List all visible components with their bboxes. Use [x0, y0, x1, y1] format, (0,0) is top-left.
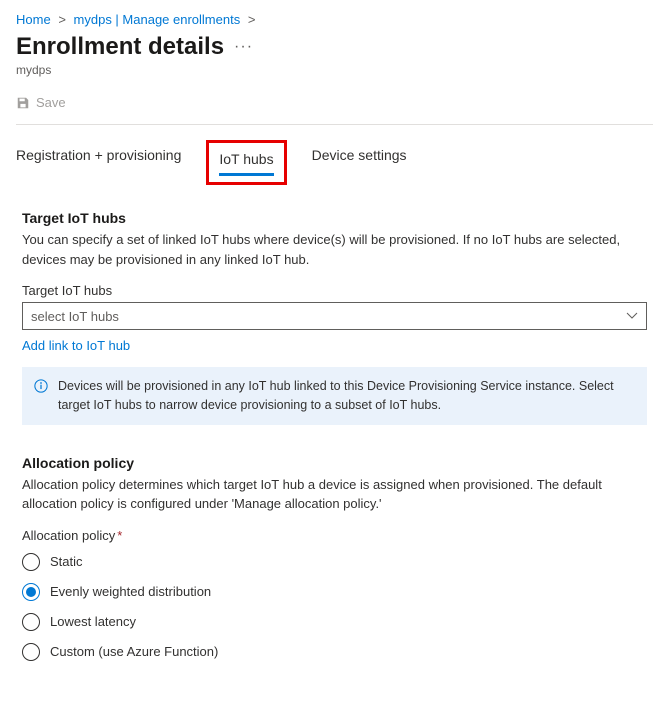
tab-iot-hubs[interactable]: IoT hubs — [219, 147, 273, 176]
radio-icon — [22, 583, 40, 601]
radio-lowest-latency[interactable]: Lowest latency — [22, 613, 647, 631]
target-hubs-dropdown-value: select IoT hubs — [31, 309, 119, 324]
save-button-label: Save — [36, 95, 66, 110]
tab-registration-provisioning[interactable]: Registration + provisioning — [16, 143, 181, 173]
chevron-right-icon: > — [58, 12, 66, 27]
allocation-heading: Allocation policy — [22, 455, 647, 471]
radio-lowest-latency-label: Lowest latency — [50, 614, 136, 629]
radio-icon — [22, 553, 40, 571]
save-button[interactable]: Save — [16, 91, 66, 114]
section-allocation-policy: Allocation policy Allocation policy dete… — [16, 455, 653, 661]
tab-iot-hubs-highlight: IoT hubs — [209, 143, 283, 182]
chevron-right-icon: > — [248, 12, 256, 27]
chevron-down-icon — [626, 310, 638, 322]
save-icon — [16, 96, 30, 110]
target-hubs-description: You can specify a set of linked IoT hubs… — [22, 230, 647, 269]
radio-evenly-weighted[interactable]: Evenly weighted distribution — [22, 583, 647, 601]
info-box-text: Devices will be provisioned in any IoT h… — [58, 377, 635, 415]
tab-device-settings[interactable]: Device settings — [312, 143, 407, 173]
page-subtitle: mydps — [16, 63, 653, 77]
info-icon — [34, 379, 48, 393]
divider — [16, 124, 653, 125]
allocation-radio-group: Static Evenly weighted distribution Lowe… — [22, 553, 647, 661]
more-actions-button[interactable]: ··· — [234, 38, 253, 56]
allocation-field-label-text: Allocation policy — [22, 528, 115, 543]
radio-static-label: Static — [50, 554, 83, 569]
page-title: Enrollment details — [16, 33, 224, 61]
section-target-iot-hubs: Target IoT hubs You can specify a set of… — [16, 210, 653, 425]
target-hubs-dropdown[interactable]: select IoT hubs — [22, 302, 647, 330]
allocation-field-label: Allocation policy* — [22, 528, 647, 543]
radio-icon — [22, 643, 40, 661]
allocation-description: Allocation policy determines which targe… — [22, 475, 647, 514]
required-asterisk: * — [117, 528, 122, 543]
target-hubs-field-label: Target IoT hubs — [22, 283, 647, 298]
toolbar: Save — [16, 91, 653, 114]
radio-custom[interactable]: Custom (use Azure Function) — [22, 643, 647, 661]
tabs: Registration + provisioning IoT hubs Dev… — [16, 143, 653, 182]
breadcrumb: Home > mydps | Manage enrollments > — [16, 12, 653, 27]
info-box: Devices will be provisioned in any IoT h… — [22, 367, 647, 425]
radio-custom-label: Custom (use Azure Function) — [50, 644, 218, 659]
radio-evenly-weighted-label: Evenly weighted distribution — [50, 584, 211, 599]
target-hubs-heading: Target IoT hubs — [22, 210, 647, 226]
breadcrumb-parent[interactable]: mydps | Manage enrollments — [74, 12, 241, 27]
breadcrumb-home[interactable]: Home — [16, 12, 51, 27]
radio-static[interactable]: Static — [22, 553, 647, 571]
radio-icon — [22, 613, 40, 631]
add-link-to-iot-hub[interactable]: Add link to IoT hub — [22, 338, 130, 353]
